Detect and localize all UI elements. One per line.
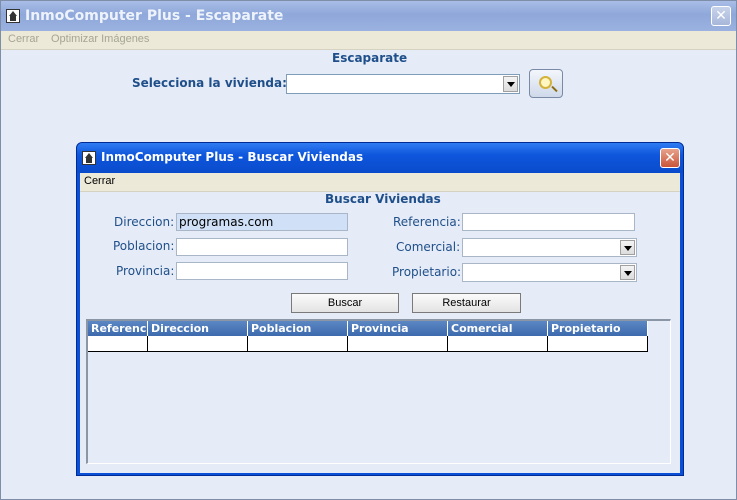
poblacion-label: Poblacion: <box>113 239 175 253</box>
propietario-label: Propietario: <box>392 265 462 279</box>
escaparate-title: Escaparate <box>332 51 408 65</box>
vivienda-select[interactable] <box>286 74 520 94</box>
poblacion-field[interactable] <box>176 238 348 256</box>
app-house-icon <box>6 9 20 23</box>
dialog-menubar: Cerrar <box>80 173 680 192</box>
table-cell[interactable] <box>448 336 548 352</box>
select-vivienda-label: Selecciona la vivienda: <box>132 76 287 90</box>
comercial-select[interactable] <box>462 238 637 257</box>
main-titlebar[interactable]: InmoComputer Plus - Escaparate ✕ <box>1 1 736 31</box>
app-house-icon <box>82 151 96 165</box>
dialog-title: InmoComputer Plus - Buscar Viviendas <box>101 150 364 164</box>
propietario-select[interactable] <box>462 263 637 282</box>
column-header-direccion[interactable]: Direccion <box>148 321 248 336</box>
dialog-menu-cerrar[interactable]: Cerrar <box>84 175 115 187</box>
column-header-poblacion[interactable]: Poblacion <box>248 321 348 336</box>
column-header-provincia[interactable]: Provincia <box>348 321 448 336</box>
buscar-viviendas-dialog: InmoComputer Plus - Buscar Viviendas ✕ C… <box>76 142 684 476</box>
referencia-field[interactable] <box>462 213 635 231</box>
column-header-referencia[interactable]: Referencia <box>88 321 148 336</box>
table-cell[interactable] <box>348 336 448 352</box>
main-menubar: Cerrar Optimizar Imágenes <box>1 31 736 50</box>
main-window-title: InmoComputer Plus - Escaparate <box>25 8 284 24</box>
show-vivienda-button[interactable] <box>529 69 563 98</box>
table-cell[interactable] <box>88 336 148 352</box>
search-folder-icon <box>539 76 552 89</box>
chevron-down-icon[interactable] <box>620 240 635 255</box>
table-cell[interactable] <box>248 336 348 352</box>
provincia-label: Provincia: <box>116 264 175 278</box>
table-cell[interactable] <box>148 336 248 352</box>
buscar-viviendas-title: Buscar Viviendas <box>325 192 441 206</box>
dialog-close-button[interactable]: ✕ <box>660 148 680 168</box>
menu-cerrar[interactable]: Cerrar <box>8 33 39 45</box>
dialog-body: Cerrar Buscar Viviendas Direccion: progr… <box>80 173 680 473</box>
buscar-button[interactable]: Buscar <box>291 293 399 313</box>
main-close-button[interactable]: ✕ <box>711 6 731 26</box>
dialog-titlebar[interactable]: InmoComputer Plus - Buscar Viviendas ✕ <box>77 143 683 173</box>
column-header-propietario[interactable]: Propietario <box>548 321 648 336</box>
column-header-comercial[interactable]: Comercial <box>448 321 548 336</box>
comercial-label: Comercial: <box>396 240 461 254</box>
menu-optimizar-imagenes[interactable]: Optimizar Imágenes <box>51 33 149 45</box>
provincia-field[interactable] <box>176 262 348 280</box>
table-cell[interactable] <box>548 336 648 352</box>
restaurar-button[interactable]: Restaurar <box>412 293 521 313</box>
chevron-down-icon[interactable] <box>620 265 635 280</box>
referencia-label: Referencia: <box>393 215 461 229</box>
chevron-down-icon[interactable] <box>503 76 518 92</box>
direccion-label: Direccion: <box>114 215 175 229</box>
results-table[interactable]: Referencia Direccion Poblacion Provincia… <box>86 319 671 464</box>
direccion-field[interactable]: programas.com <box>176 213 348 231</box>
